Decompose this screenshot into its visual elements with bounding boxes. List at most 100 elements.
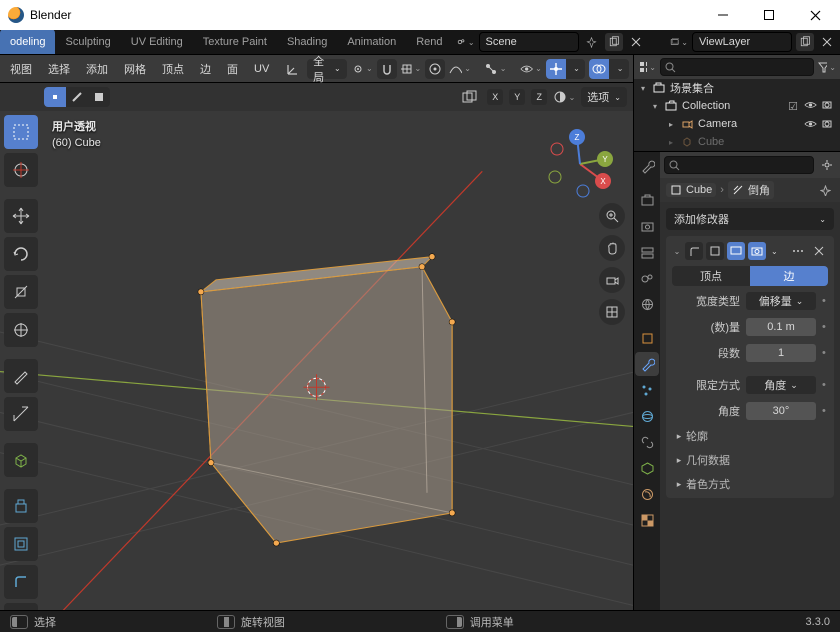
tool-transform[interactable] [4, 313, 38, 347]
outliner-search[interactable] [660, 58, 814, 76]
ptab-world[interactable] [635, 292, 659, 316]
tab-uv-editing[interactable]: UV Editing [121, 30, 193, 54]
xray-toggle[interactable] [459, 87, 481, 107]
ptab-data[interactable] [635, 456, 659, 480]
ptab-render[interactable] [635, 188, 659, 212]
pivot-dropdown[interactable]: ⌄ [351, 59, 373, 79]
axis-x-button[interactable]: X [487, 89, 503, 105]
eye-icon[interactable] [804, 100, 818, 113]
outliner-mode-icon[interactable]: ⌄ [638, 58, 656, 76]
tool-bevel[interactable] [4, 565, 38, 599]
checkbox-icon[interactable]: ☑ [786, 100, 800, 113]
viewlayer-delete-icon[interactable] [818, 33, 836, 51]
gizmo-dropdown[interactable]: ⌄ [566, 59, 586, 79]
tool-add-cube[interactable] [4, 443, 38, 477]
nav-camera[interactable] [599, 267, 625, 293]
ptab-object[interactable] [635, 326, 659, 350]
select-mode-edge[interactable] [66, 87, 88, 107]
menu-view[interactable]: 视图 [4, 61, 38, 77]
modifier-editmode-icon[interactable] [706, 242, 724, 260]
menu-add[interactable]: 添加 [80, 61, 114, 77]
add-modifier-dropdown[interactable]: 添加修改器 ⌄ [666, 208, 834, 230]
visibility-dropdown[interactable]: ⌄ [520, 59, 542, 79]
tool-loopcut[interactable] [4, 603, 38, 610]
tool-extrude[interactable] [4, 489, 38, 523]
breadcrumb-pin-icon[interactable] [816, 181, 834, 199]
nav-perspective[interactable] [599, 299, 625, 325]
scene-name-field[interactable]: Scene [479, 32, 579, 52]
viewlayer-copy-icon[interactable] [796, 33, 814, 51]
limit-dropdown[interactable]: 角度 [746, 376, 816, 394]
menu-select[interactable]: 选择 [42, 61, 76, 77]
minimize-button[interactable] [700, 0, 746, 30]
scene-copy-icon[interactable] [605, 33, 623, 51]
overlay-dropdown[interactable]: ⌄ [609, 59, 629, 79]
menu-uv[interactable]: UV [248, 63, 275, 75]
breadcrumb-modifier[interactable]: 倒角 [728, 181, 774, 199]
tool-scale[interactable] [4, 275, 38, 309]
ptab-constraints[interactable] [635, 430, 659, 454]
tool-rotate[interactable] [4, 237, 38, 271]
modifier-display-icon[interactable] [727, 242, 745, 260]
ptab-viewlayer[interactable] [635, 240, 659, 264]
menu-edge[interactable]: 边 [194, 61, 217, 77]
viewlayer-name-field[interactable]: ViewLayer [692, 32, 792, 52]
modifier-delete-icon[interactable] [810, 242, 828, 260]
amount-field[interactable]: 0.1 m [746, 318, 816, 336]
nav-gizmo[interactable]: X Y Z [545, 129, 615, 199]
tool-measure[interactable] [4, 397, 38, 431]
tool-select-box[interactable] [4, 115, 38, 149]
ptab-tool[interactable] [635, 154, 659, 178]
nav-zoom[interactable] [599, 203, 625, 229]
transform-orientation-icon[interactable] [283, 59, 303, 79]
ptab-modifier[interactable] [635, 352, 659, 376]
subpanel-shading[interactable]: ▸着色方式 [672, 474, 828, 494]
outliner-item-cube[interactable]: ▸ Cube [634, 133, 840, 151]
eye-icon[interactable] [804, 119, 818, 129]
bevel-affect-edges[interactable]: 边 [750, 266, 828, 286]
mesh-automerge-icon[interactable]: ⌄ [484, 59, 506, 79]
close-button[interactable] [792, 0, 838, 30]
maximize-button[interactable] [746, 0, 792, 30]
shading-popover-icon[interactable]: ⌄ [553, 87, 575, 107]
tab-texture-paint[interactable]: Texture Paint [193, 30, 277, 54]
menu-vertex[interactable]: 顶点 [156, 61, 190, 77]
ptab-scene[interactable] [635, 266, 659, 290]
tab-sculpting[interactable]: Sculpting [55, 30, 120, 54]
nav-pan[interactable] [599, 235, 625, 261]
snap-dropdown[interactable]: ⌄ [401, 59, 422, 79]
tool-inset[interactable] [4, 527, 38, 561]
axis-y-button[interactable]: Y [509, 89, 525, 105]
ptab-output[interactable] [635, 214, 659, 238]
properties-search[interactable] [664, 156, 814, 174]
panel-collapse-icon[interactable]: ⌄ [672, 247, 682, 256]
tool-cursor[interactable] [4, 153, 38, 187]
transform-orientation-dropdown[interactable]: 全局⌄ [307, 59, 347, 79]
segments-field[interactable]: 1 [746, 344, 816, 362]
tool-annotate[interactable] [4, 359, 38, 393]
outliner-filter-icon[interactable]: ⌄ [818, 58, 836, 76]
outliner-item-camera[interactable]: ▸ Camera [634, 115, 840, 133]
viewlayer-browse-icon[interactable]: ⌄ [670, 33, 688, 51]
angle-field[interactable]: 30° [746, 402, 816, 420]
viewport-3d[interactable]: 用户透视 (60) Cube [0, 111, 633, 610]
bevel-affect-vertices[interactable]: 顶点 [672, 266, 750, 286]
camera-icon[interactable] [822, 119, 836, 129]
ptab-texture[interactable] [635, 508, 659, 532]
ptab-particles[interactable] [635, 378, 659, 402]
options-dropdown[interactable]: 选项⌄ [581, 87, 627, 107]
tab-shading[interactable]: Shading [277, 30, 337, 54]
camera-icon[interactable] [822, 100, 836, 113]
menu-face[interactable]: 面 [221, 61, 244, 77]
subpanel-geometry[interactable]: ▸几何数据 [672, 450, 828, 470]
scene-delete-icon[interactable] [627, 33, 645, 51]
gizmo-toggle[interactable] [546, 59, 566, 79]
ptab-material[interactable] [635, 482, 659, 506]
tab-animation[interactable]: Animation [337, 30, 406, 54]
properties-options-icon[interactable] [818, 156, 836, 174]
menu-mesh[interactable]: 网格 [118, 61, 152, 77]
select-mode-vertex[interactable] [44, 87, 66, 107]
tool-move[interactable] [4, 199, 38, 233]
tab-rendering[interactable]: Rend [406, 30, 452, 54]
modifier-render-icon[interactable] [748, 242, 766, 260]
